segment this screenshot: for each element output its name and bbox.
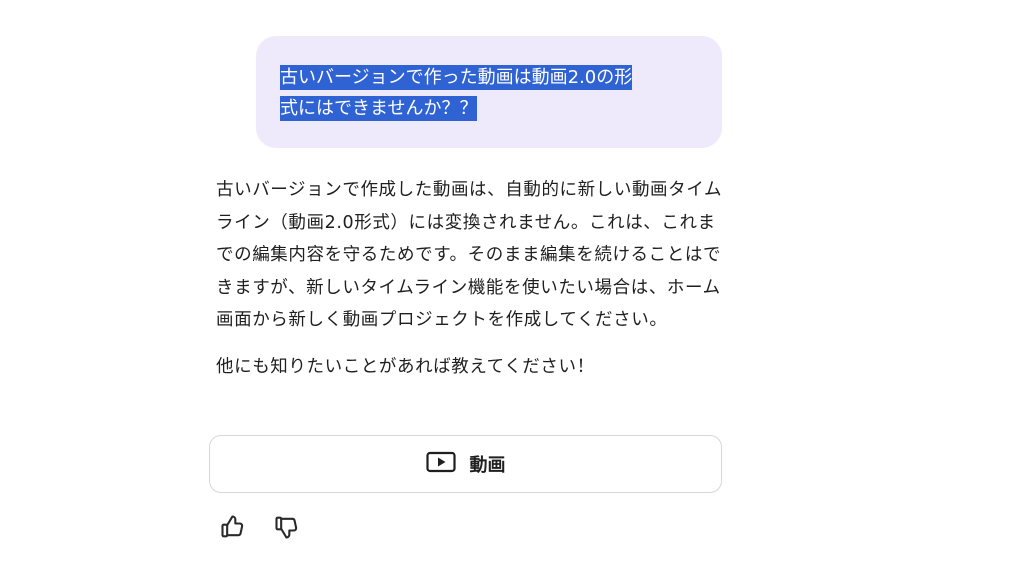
assistant-paragraph-1: 古いバージョンで作成した動画は、自動的に新しい動画タイムライン（動画2.0形式）… — [216, 180, 723, 330]
user-message-bubble: 古いバージョンで作った動画は動画2.0の形 式にはできませんか？？ — [256, 36, 722, 148]
video-button[interactable]: 動画 — [209, 435, 722, 493]
thumbs-down-button[interactable] — [272, 514, 302, 544]
user-message-text: 古いバージョンで作った動画は動画2.0の形 式にはできませんか？？ — [280, 62, 702, 124]
thumbs-up-button[interactable] — [218, 514, 248, 544]
thumbs-down-icon — [273, 513, 301, 545]
user-message-line-2: 式にはできませんか？？ — [280, 96, 478, 121]
assistant-paragraph-2: 他にも知りたいことがあれば教えてください！ — [216, 356, 595, 377]
thumbs-up-icon — [219, 513, 247, 545]
assistant-message: 古いバージョンで作成した動画は、自動的に新しい動画タイムライン（動画2.0形式）… — [216, 174, 728, 397]
feedback-bar — [218, 514, 302, 544]
chat-page: 古いバージョンで作った動画は動画2.0の形 式にはできませんか？？ 古いバージョ… — [0, 0, 1024, 576]
user-message-line-1: 古いバージョンで作った動画は動画2.0の形 — [280, 65, 633, 90]
video-button-label: 動画 — [469, 455, 506, 476]
video-play-icon — [425, 451, 456, 477]
